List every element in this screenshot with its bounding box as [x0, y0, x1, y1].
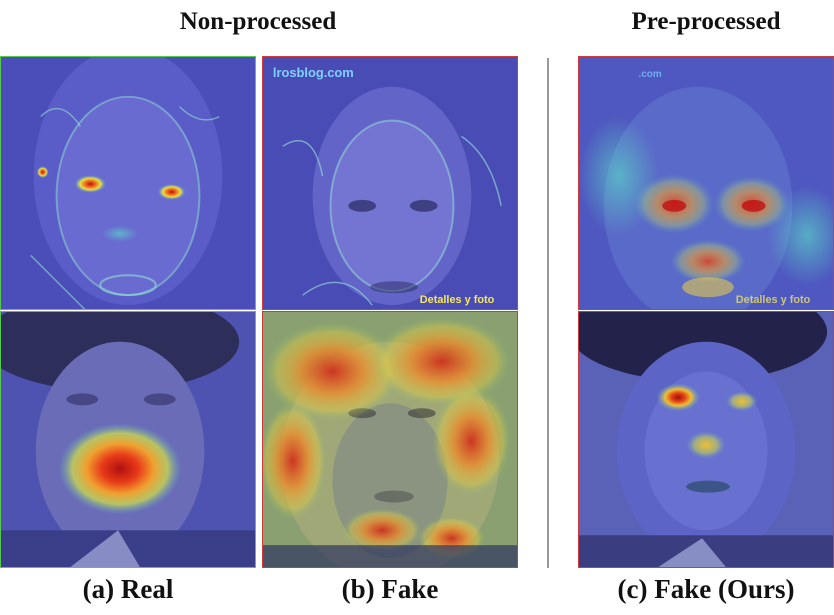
- svg-text:.com: .com: [639, 69, 662, 80]
- caption-real: (a) Real: [82, 574, 174, 604]
- heatmap-ours-bottom: [578, 311, 834, 568]
- heatmap-ours-top: .com Detalles y foto: [578, 56, 834, 310]
- heading-non-processed: Non-processed: [179, 8, 337, 35]
- heatmap-real-bottom: [0, 311, 256, 568]
- vertical-divider: [547, 58, 549, 568]
- caption-fake: (b) Fake: [341, 574, 439, 604]
- caption-fake-ours: (c) Fake (Ours): [617, 574, 795, 604]
- heatmap-fake-top: lrosblog.com Detalles y foto: [262, 56, 518, 310]
- heading-pre-processed: Pre-processed: [631, 8, 781, 35]
- watermark-brand-c: Detalles y foto: [736, 294, 811, 306]
- watermark-brand-b: Detalles y foto: [420, 294, 495, 306]
- watermark-site: lrosblog.com: [273, 65, 354, 80]
- heatmap-real-top: [0, 56, 256, 310]
- heatmap-fake-bottom: [262, 311, 518, 568]
